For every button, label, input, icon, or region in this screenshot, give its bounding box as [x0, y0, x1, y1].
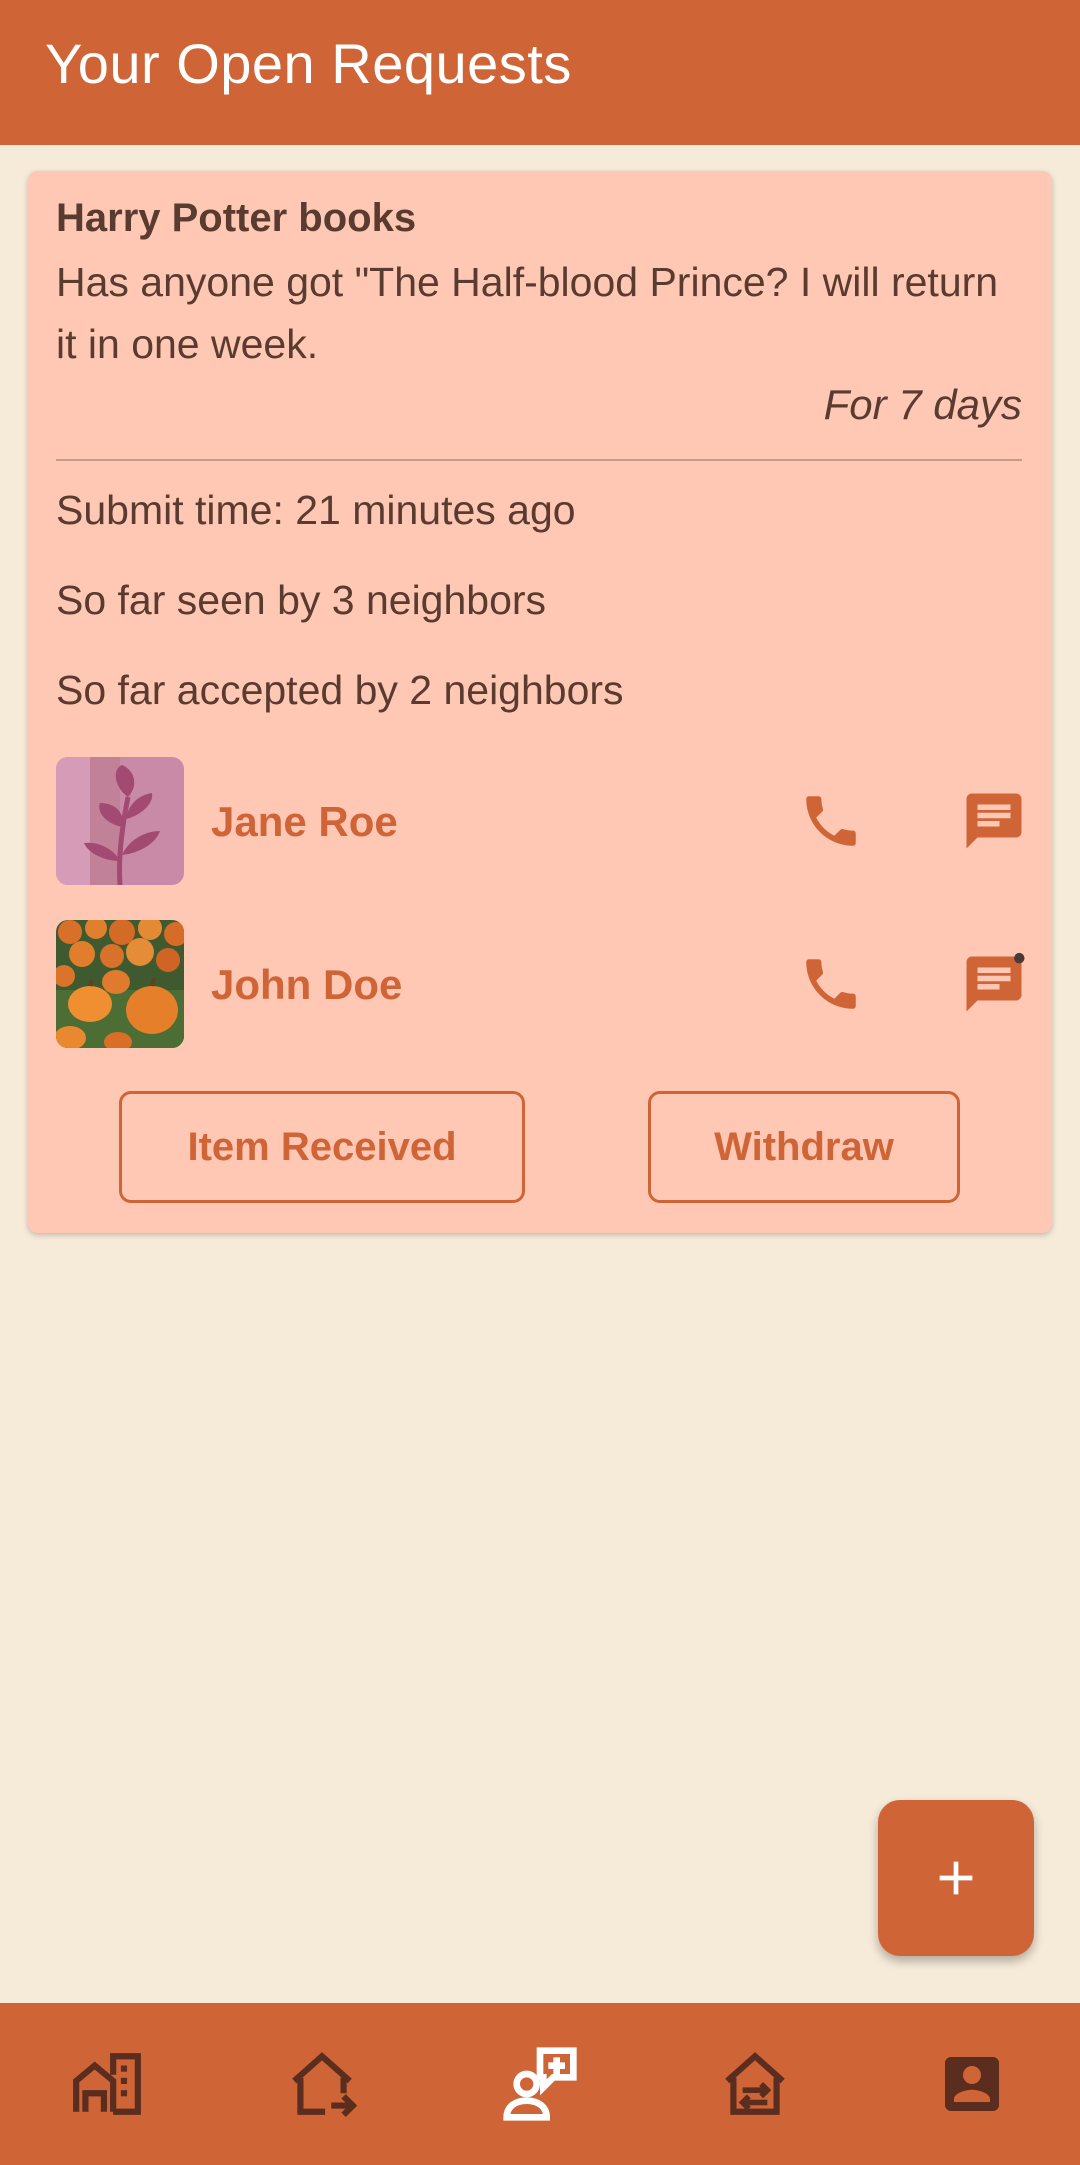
home-outgoing-icon [292, 2052, 358, 2118]
request-title: Harry Potter books [56, 196, 417, 240]
avatar[interactable] [56, 757, 184, 885]
withdraw-button[interactable]: Withdraw [648, 1091, 960, 1203]
neighbor-row: Jane Roe [56, 757, 1022, 885]
neighborhood-icon [73, 2053, 141, 2115]
submit-time: Submit time: 21 minutes ago [56, 487, 576, 533]
home-exchange-icon [725, 2052, 785, 2115]
nav-home-outgoing[interactable] [272, 2034, 372, 2134]
bottom-navigation [0, 2003, 1080, 2165]
chat-icon[interactable] [954, 944, 1034, 1024]
neighbor-name[interactable]: John Doe [211, 958, 402, 1012]
nav-profile[interactable] [922, 2034, 1022, 2134]
add-request-button[interactable] [878, 1800, 1034, 1956]
account-box-icon [945, 2057, 999, 2111]
nav-requests[interactable] [490, 2034, 590, 2134]
page-title: Your Open Requests [45, 32, 572, 95]
item-received-button[interactable]: Item Received [119, 1091, 525, 1203]
accepted-count: So far accepted by 2 neighbors [56, 667, 624, 713]
phone-icon[interactable] [791, 944, 871, 1024]
seen-count: So far seen by 3 neighbors [56, 577, 547, 623]
request-description: Has anyone got "The Half-blood Prince? I… [56, 259, 999, 367]
request-card: Harry Potter books Has anyone got "The H… [28, 171, 1052, 1233]
nav-neighborhood[interactable] [57, 2034, 157, 2134]
request-duration: For 7 days [823, 381, 1022, 428]
nav-home-exchange[interactable] [705, 2034, 805, 2134]
avatar[interactable] [56, 920, 184, 1048]
chat-icon[interactable] [954, 781, 1034, 861]
person-add-request-icon [503, 2047, 577, 2121]
neighbor-row: John Doe [56, 920, 1025, 1048]
phone-icon[interactable] [791, 781, 871, 861]
divider [56, 459, 1022, 461]
plus-icon [939, 1861, 973, 1895]
app-bar: Your Open Requests [0, 0, 1080, 145]
neighbor-name[interactable]: Jane Roe [211, 795, 398, 849]
